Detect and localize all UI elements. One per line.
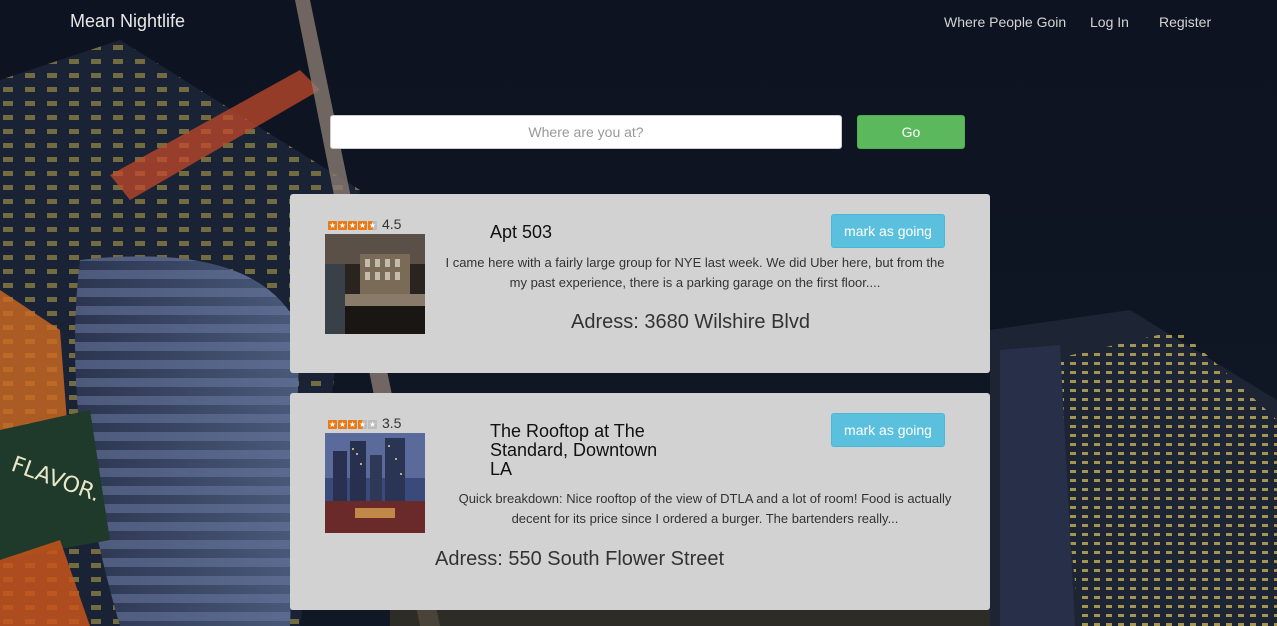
star-half-icon: ★ <box>358 420 367 429</box>
venue-name[interactable]: The Rooftop at The Standard, Downtown LA <box>490 422 670 479</box>
venue-name[interactable]: Apt 503 <box>490 223 552 242</box>
star-empty-icon: ★ <box>368 420 377 429</box>
venue-card: ★ ★ ★ ★ ★ 4.5 Apt 503 mark as going I ca… <box>290 194 990 373</box>
rating-number: 4.5 <box>382 216 402 232</box>
star-icon: ★ <box>348 221 357 230</box>
mark-as-going-button[interactable]: mark as going <box>831 214 945 248</box>
rating-stars: ★ ★ ★ ★ ★ <box>328 221 378 231</box>
star-icon: ★ <box>358 221 367 230</box>
location-search-input[interactable] <box>330 115 842 149</box>
nav-log-in[interactable]: Log In <box>1090 14 1129 30</box>
venue-review-snippet: Quick breakdown: Nice rooftop of the vie… <box>458 491 952 526</box>
venue-photo[interactable] <box>325 234 425 334</box>
star-icon: ★ <box>328 420 337 429</box>
venue-address: Adress: 550 South Flower Street <box>435 548 725 570</box>
rating-number: 3.5 <box>382 415 402 431</box>
star-icon: ★ <box>338 221 347 230</box>
go-button[interactable]: Go <box>857 115 965 149</box>
nav-register[interactable]: Register <box>1159 14 1211 30</box>
mark-as-going-button[interactable]: mark as going <box>831 413 945 447</box>
star-half-icon: ★ <box>368 221 377 230</box>
brand-logo[interactable]: Mean Nightlife <box>70 11 185 32</box>
venue-photo[interactable] <box>325 433 425 533</box>
venue-card: ★ ★ ★ ★ ★ 3.5 The Rooftop at The Standar… <box>290 393 990 610</box>
star-icon: ★ <box>348 420 357 429</box>
star-icon: ★ <box>338 420 347 429</box>
rating-stars: ★ ★ ★ ★ ★ <box>328 420 378 430</box>
nav-where-people-goin[interactable]: Where People Goin <box>944 14 1066 30</box>
venue-review-snippet: I came here with a fairly large group fo… <box>445 255 945 290</box>
venue-address: Adress: 3680 Wilshire Blvd <box>571 311 810 333</box>
star-icon: ★ <box>328 221 337 230</box>
